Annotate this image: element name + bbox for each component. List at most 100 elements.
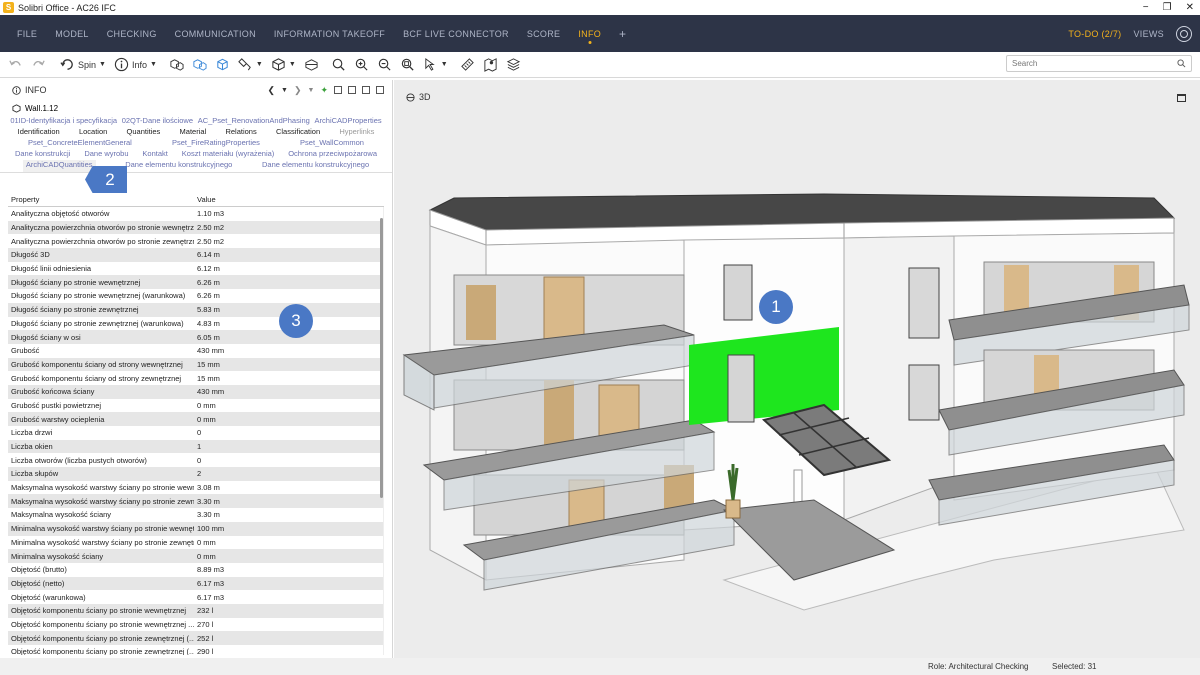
layers-button[interactable] xyxy=(502,54,525,76)
views-button[interactable]: VIEWS xyxy=(1133,29,1164,39)
table-row[interactable]: Grubość końcowa ściany 430 mm xyxy=(8,384,384,399)
visibility-dropdown-icon[interactable]: ▼ xyxy=(256,61,263,68)
tab-location[interactable]: Location xyxy=(79,127,107,138)
table-row[interactable]: Minimalna wysokość warstwy ściany po str… xyxy=(8,535,384,550)
table-row[interactable]: Liczba otworów (liczba pustych otworów) 0 xyxy=(8,453,384,468)
todo-button[interactable]: TO-DO (2/7) xyxy=(1068,29,1121,39)
table-row[interactable]: Analityczna powierzchnia otworów po stro… xyxy=(8,234,384,249)
tab-hyperlinks[interactable]: Hyperlinks xyxy=(339,127,374,138)
menu-file[interactable]: FILE xyxy=(8,15,46,52)
table-row[interactable]: Minimalna wysokość warstwy ściany po str… xyxy=(8,521,384,536)
table-row[interactable]: Objętość (brutto) 8.89 m3 xyxy=(8,562,384,577)
3d-viewport[interactable]: 3D xyxy=(394,80,1200,658)
info-dropdown-icon[interactable]: ▼ xyxy=(150,61,157,68)
table-row[interactable]: Objętość (warunkowa) 6.17 m3 xyxy=(8,590,384,604)
menu-score[interactable]: SCORE xyxy=(518,15,570,52)
table-row[interactable]: Minimalna wysokość ściany 0 mm xyxy=(8,549,384,563)
tab-identification[interactable]: Identification xyxy=(18,127,60,138)
panel-maximize-icon[interactable] xyxy=(376,86,384,94)
tab-koszt-materialu[interactable]: Koszt materiału (wyrażenia) xyxy=(182,149,275,160)
tab-classification[interactable]: Classification xyxy=(276,127,320,138)
table-row[interactable]: Maksymalna wysokość warstwy ściany po st… xyxy=(8,494,384,509)
zoom-selected-button[interactable] xyxy=(327,54,350,76)
table-row[interactable]: Objętość komponentu ściany po stronie ze… xyxy=(8,631,384,645)
tab-ac-pset-renovation[interactable]: AC_Pset_RenovationAndPhasing xyxy=(198,116,310,127)
table-row[interactable]: Długość ściany po stronie wewnętrznej (w… xyxy=(8,289,384,303)
table-row[interactable]: Maksymalna wysokość ściany 3.30 m xyxy=(8,508,384,522)
section-button[interactable] xyxy=(300,54,323,76)
previous-object-button[interactable]: ❮ xyxy=(267,85,275,96)
visibility-button[interactable]: ▼ xyxy=(234,54,267,76)
table-row[interactable]: Analityczna objętość otworów 1.10 m3 xyxy=(8,207,384,221)
menu-information-takeoff[interactable]: INFORMATION TAKEOFF xyxy=(265,15,394,52)
zoom-out-button[interactable] xyxy=(373,54,396,76)
table-row[interactable]: Długość ściany w osi 6.05 m xyxy=(8,330,384,344)
table-row[interactable]: Grubość komponentu ściany od strony wewn… xyxy=(8,357,384,372)
view-cube-button[interactable]: ▼ xyxy=(267,54,300,76)
table-row[interactable]: Długość ściany po stronie zewnętrznej (w… xyxy=(8,316,384,331)
tab-relations[interactable]: Relations xyxy=(225,127,256,138)
undo-button[interactable] xyxy=(4,54,27,76)
show-all-button[interactable] xyxy=(165,54,188,76)
spin-dropdown-icon[interactable]: ▼ xyxy=(99,61,106,68)
table-row[interactable]: Objętość komponentu ściany po stronie we… xyxy=(8,617,384,632)
table-row[interactable]: Objętość komponentu ściany po stronie ze… xyxy=(8,645,384,655)
table-row[interactable]: Długość ściany po stronie zewnętrznej 5.8… xyxy=(8,302,384,317)
table-row[interactable]: Liczba drzwi 0 xyxy=(8,426,384,440)
tab-dane-elementu-1[interactable]: Dane elementu konstrukcyjnego xyxy=(125,160,232,172)
table-row[interactable]: Grubość warstwy ocieplenia 0 mm xyxy=(8,412,384,426)
table-row[interactable]: Długość ściany po stronie wewnętrznej 6.2… xyxy=(8,275,384,290)
panel-option-icon-3[interactable] xyxy=(362,86,370,94)
isolate-button[interactable] xyxy=(211,54,234,76)
history-dropdown-icon[interactable]: ▼ xyxy=(281,87,288,94)
menu-info[interactable]: INFO xyxy=(569,15,610,52)
table-row[interactable]: Analityczna powierzchnia otworów po stro… xyxy=(8,220,384,235)
table-row[interactable]: Grubość pustki powietrznej 0 mm xyxy=(8,398,384,413)
table-row[interactable]: Liczba okien 1 xyxy=(8,439,384,454)
properties-scrollbar[interactable] xyxy=(380,218,383,498)
tab-ochrona-ppoz[interactable]: Ochrona przeciwpożarowa xyxy=(288,149,377,160)
map-button[interactable] xyxy=(479,54,502,76)
menu-communication[interactable]: COMMUNICATION xyxy=(166,15,265,52)
table-row[interactable]: Długość 3D 6.14 m xyxy=(8,248,384,262)
panel-option-icon-1[interactable] xyxy=(334,86,342,94)
table-row[interactable]: Liczba słupów 2 xyxy=(8,467,384,481)
table-row[interactable]: Objętość komponentu ściany po stronie we… xyxy=(8,603,384,618)
menu-model[interactable]: MODEL xyxy=(46,15,98,52)
tab-archicad-properties[interactable]: ArchiCADProperties xyxy=(315,116,382,127)
table-row[interactable]: Długość linii odniesienia 6.12 m xyxy=(8,261,384,276)
tab-kontakt[interactable]: Kontakt xyxy=(142,149,167,160)
measure-button[interactable] xyxy=(456,54,479,76)
tab-pset-concrete[interactable]: Pset_ConcreteElementGeneral xyxy=(28,138,132,149)
add-tab-button[interactable]: + xyxy=(610,15,635,52)
table-row[interactable]: Grubość 430 mm xyxy=(8,343,384,358)
close-button[interactable]: ✕ xyxy=(1186,0,1194,15)
table-row[interactable]: Maksymalna wysokość warstwy ściany po st… xyxy=(8,480,384,495)
minimize-button[interactable]: − xyxy=(1143,0,1149,15)
next-object-button[interactable]: ❯ xyxy=(294,85,302,96)
view-cube-dropdown-icon[interactable]: ▼ xyxy=(289,61,296,68)
table-row[interactable]: Objętość (netto) 6.17 m3 xyxy=(8,576,384,591)
maximize-button[interactable]: ❐ xyxy=(1163,0,1172,15)
column-value[interactable]: Value xyxy=(194,195,374,204)
tab-02qt[interactable]: 02QT-Dane ilościowe xyxy=(122,116,193,127)
tab-pset-wall-common[interactable]: Pset_WallCommon xyxy=(300,138,364,149)
tab-archicad-quantities[interactable]: ArchiCADQuantities xyxy=(22,160,96,172)
show-selected-button[interactable] xyxy=(188,54,211,76)
tab-material[interactable]: Material xyxy=(180,127,207,138)
zoom-in-button[interactable] xyxy=(350,54,373,76)
tab-quantities[interactable]: Quantities xyxy=(127,127,161,138)
spin-button[interactable]: Spin ▼ xyxy=(56,54,110,76)
select-tool-button[interactable]: ▼ xyxy=(419,54,452,76)
menu-checking[interactable]: CHECKING xyxy=(98,15,166,52)
search-input[interactable]: Search xyxy=(1006,55,1192,72)
menu-bcf-live-connector[interactable]: BCF LIVE CONNECTOR xyxy=(394,15,518,52)
panel-option-icon-2[interactable] xyxy=(348,86,356,94)
tab-01id[interactable]: 01ID-Identyfikacja i specyfikacja xyxy=(10,116,117,127)
tab-pset-fire-rating[interactable]: Pset_FireRatingProperties xyxy=(172,138,260,149)
zoom-all-button[interactable] xyxy=(396,54,419,76)
column-property[interactable]: Property xyxy=(8,195,194,204)
views-icon[interactable] xyxy=(1176,25,1192,42)
redo-button[interactable] xyxy=(27,54,50,76)
link-selection-icon[interactable]: ✦ xyxy=(320,85,328,96)
